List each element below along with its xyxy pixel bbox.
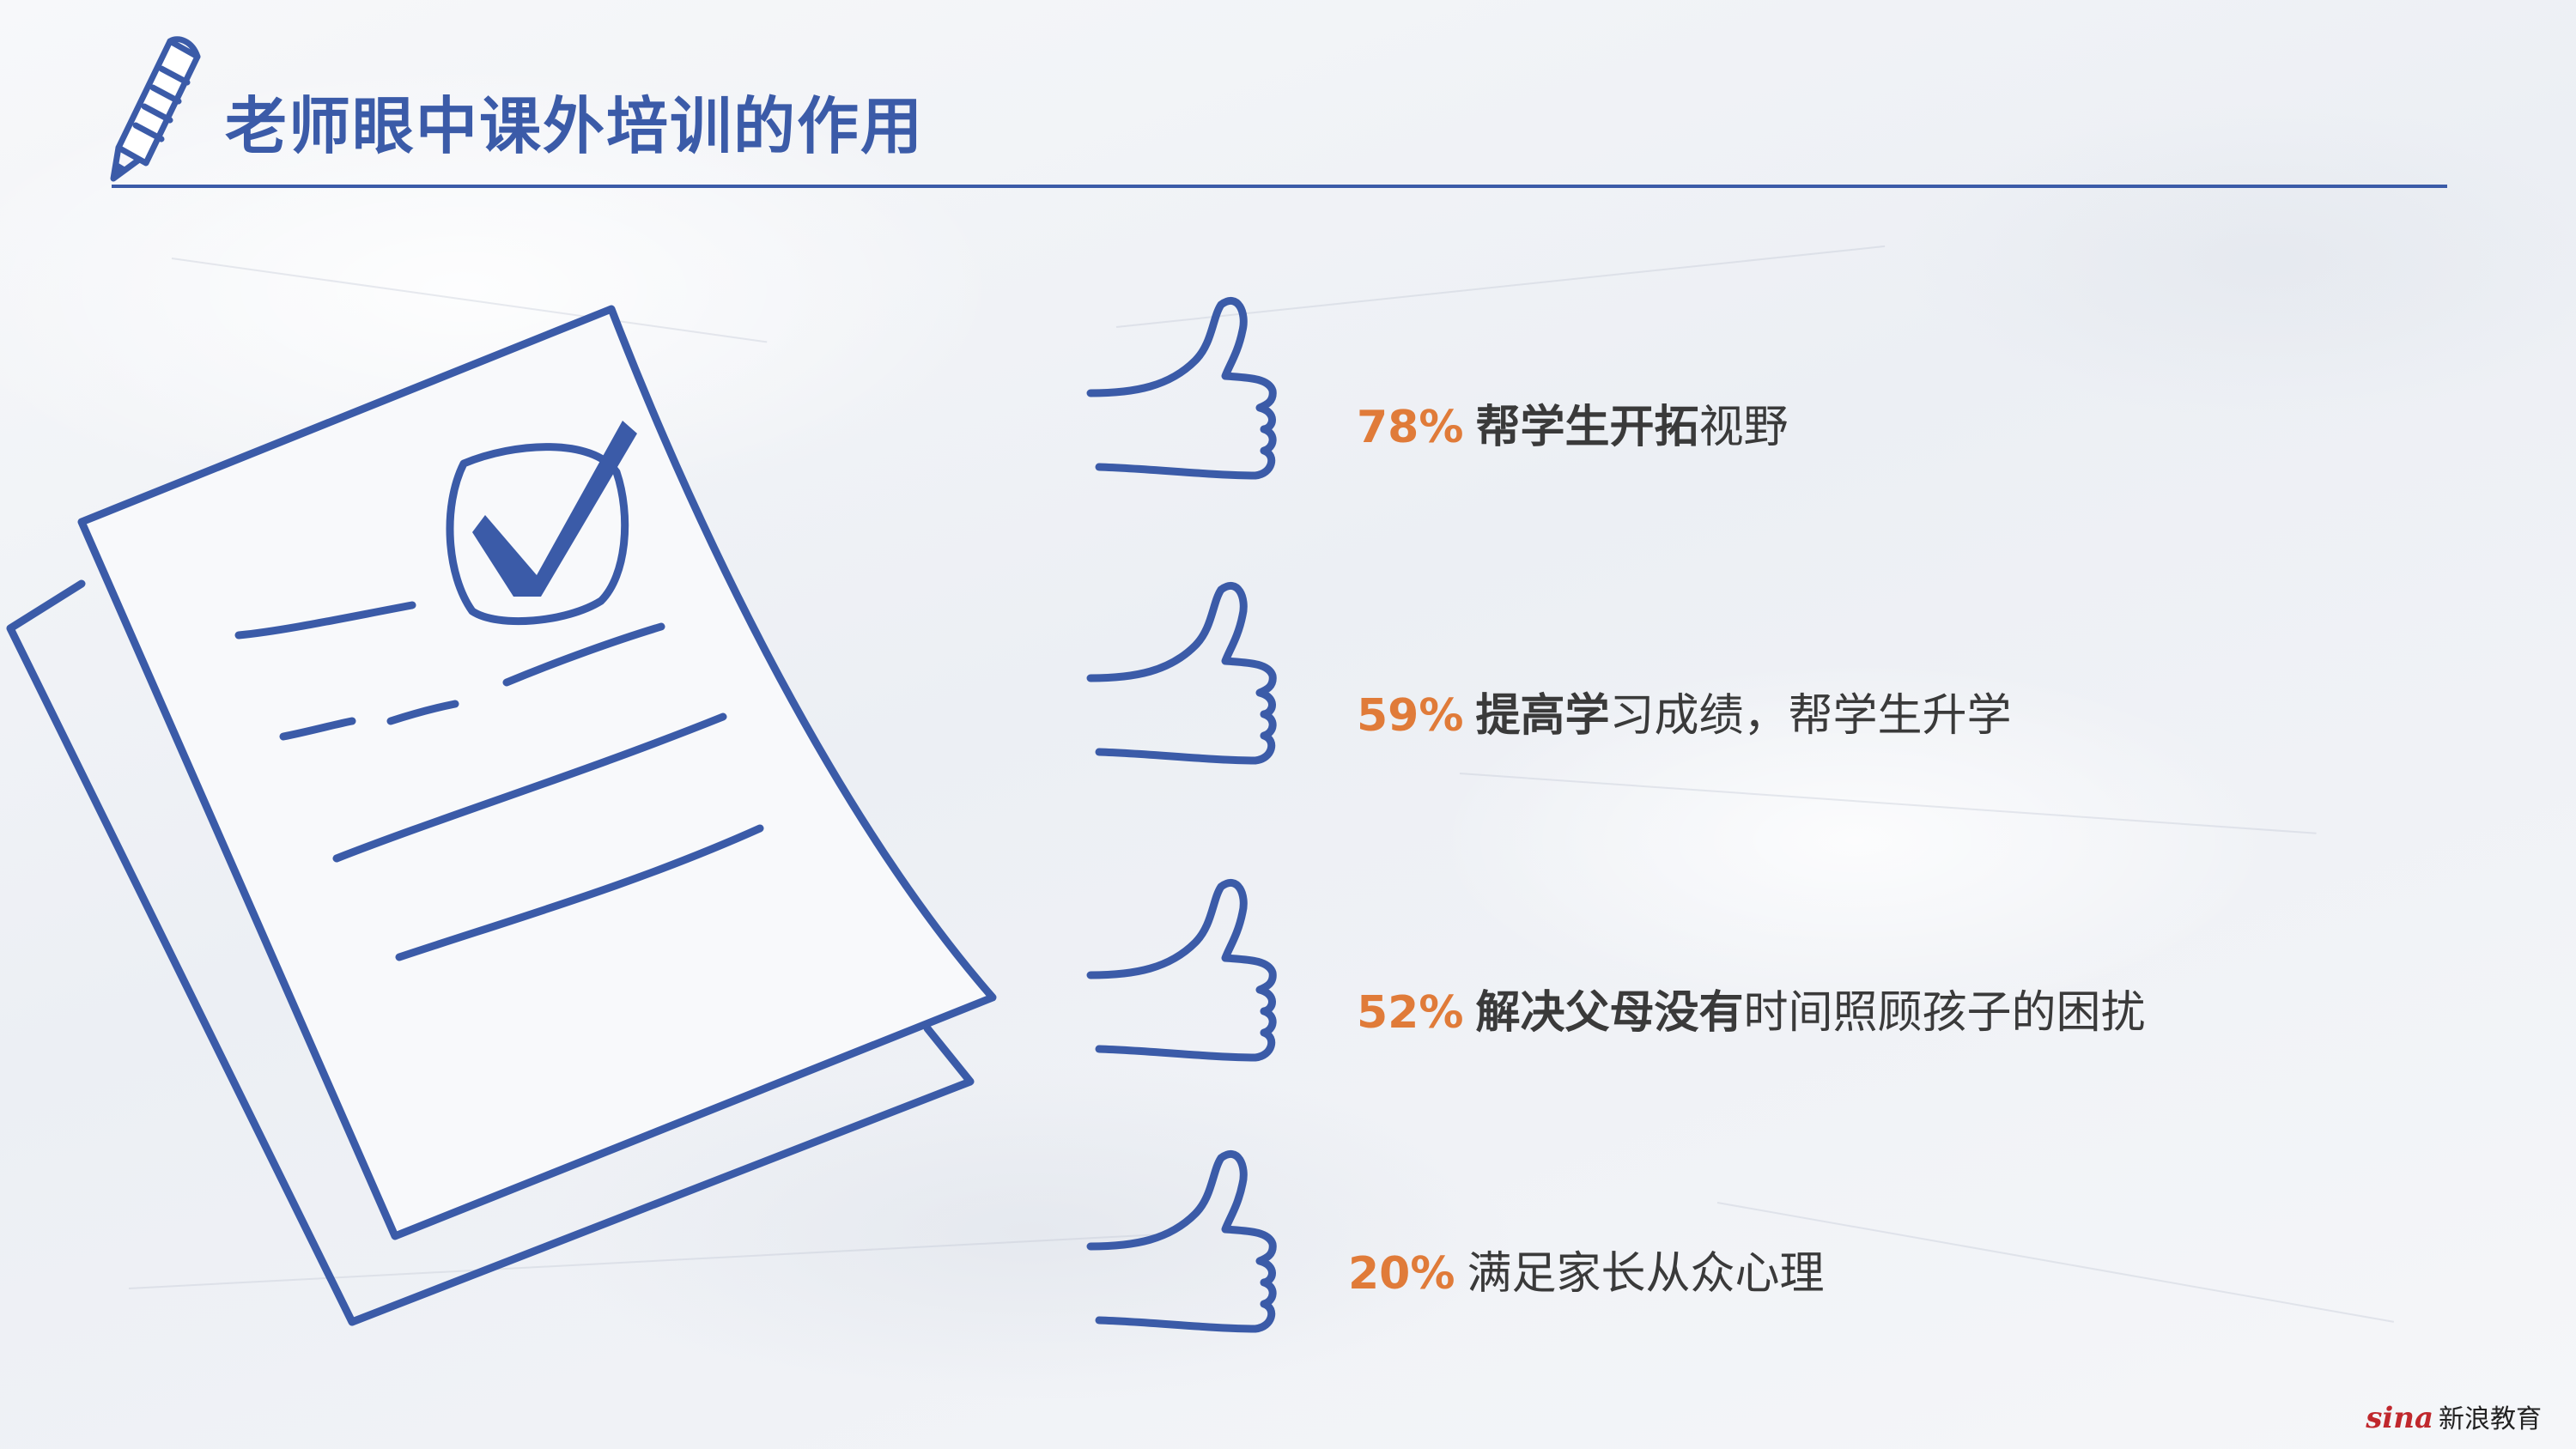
list-item: 52% 解决父母没有时间照顾孩子的困扰 <box>1357 991 2146 1035</box>
item-bold-text: 提高学 <box>1475 690 1610 742</box>
item-text: 视野 <box>1698 402 1789 453</box>
thumbs-up-icon <box>1086 879 1277 1062</box>
item-text: 时间照顾孩子的困扰 <box>1743 987 2146 1039</box>
paper-crease <box>1459 773 2317 834</box>
list-item: 78% 帮学生开拓视野 <box>1357 405 1789 450</box>
thumbs-up-icon <box>1086 297 1277 480</box>
list-item: 59% 提高学习成绩，帮学生升学 <box>1357 694 2012 738</box>
thumbs-up-icon <box>1086 1150 1277 1333</box>
item-text: 习成绩，帮学生升学 <box>1609 690 2012 742</box>
sina-logo: sina <box>2366 1401 2433 1435</box>
item-percent: 20% <box>1348 1248 1455 1300</box>
pencil-icon <box>110 36 201 182</box>
watermark-text: 新浪教育 <box>2439 1404 2542 1434</box>
list-item: 20% 满足家长从众心理 <box>1348 1252 1824 1296</box>
thumbs-up-icon <box>1086 582 1277 765</box>
watermark: sina 新浪教育 <box>2366 1397 2542 1435</box>
item-percent: 52% <box>1357 987 1464 1039</box>
item-percent: 59% <box>1357 690 1464 742</box>
item-bold-text: 帮学生开拓 <box>1475 402 1699 453</box>
item-bold-text: 解决父母没有 <box>1475 987 1744 1039</box>
item-text: 满足家长从众心理 <box>1467 1248 1825 1300</box>
document-checkmark-illustration <box>6 305 997 1326</box>
item-percent: 78% <box>1357 402 1464 453</box>
header-divider <box>112 185 2447 188</box>
page-title: 老师眼中课外培训的作用 <box>225 90 925 162</box>
